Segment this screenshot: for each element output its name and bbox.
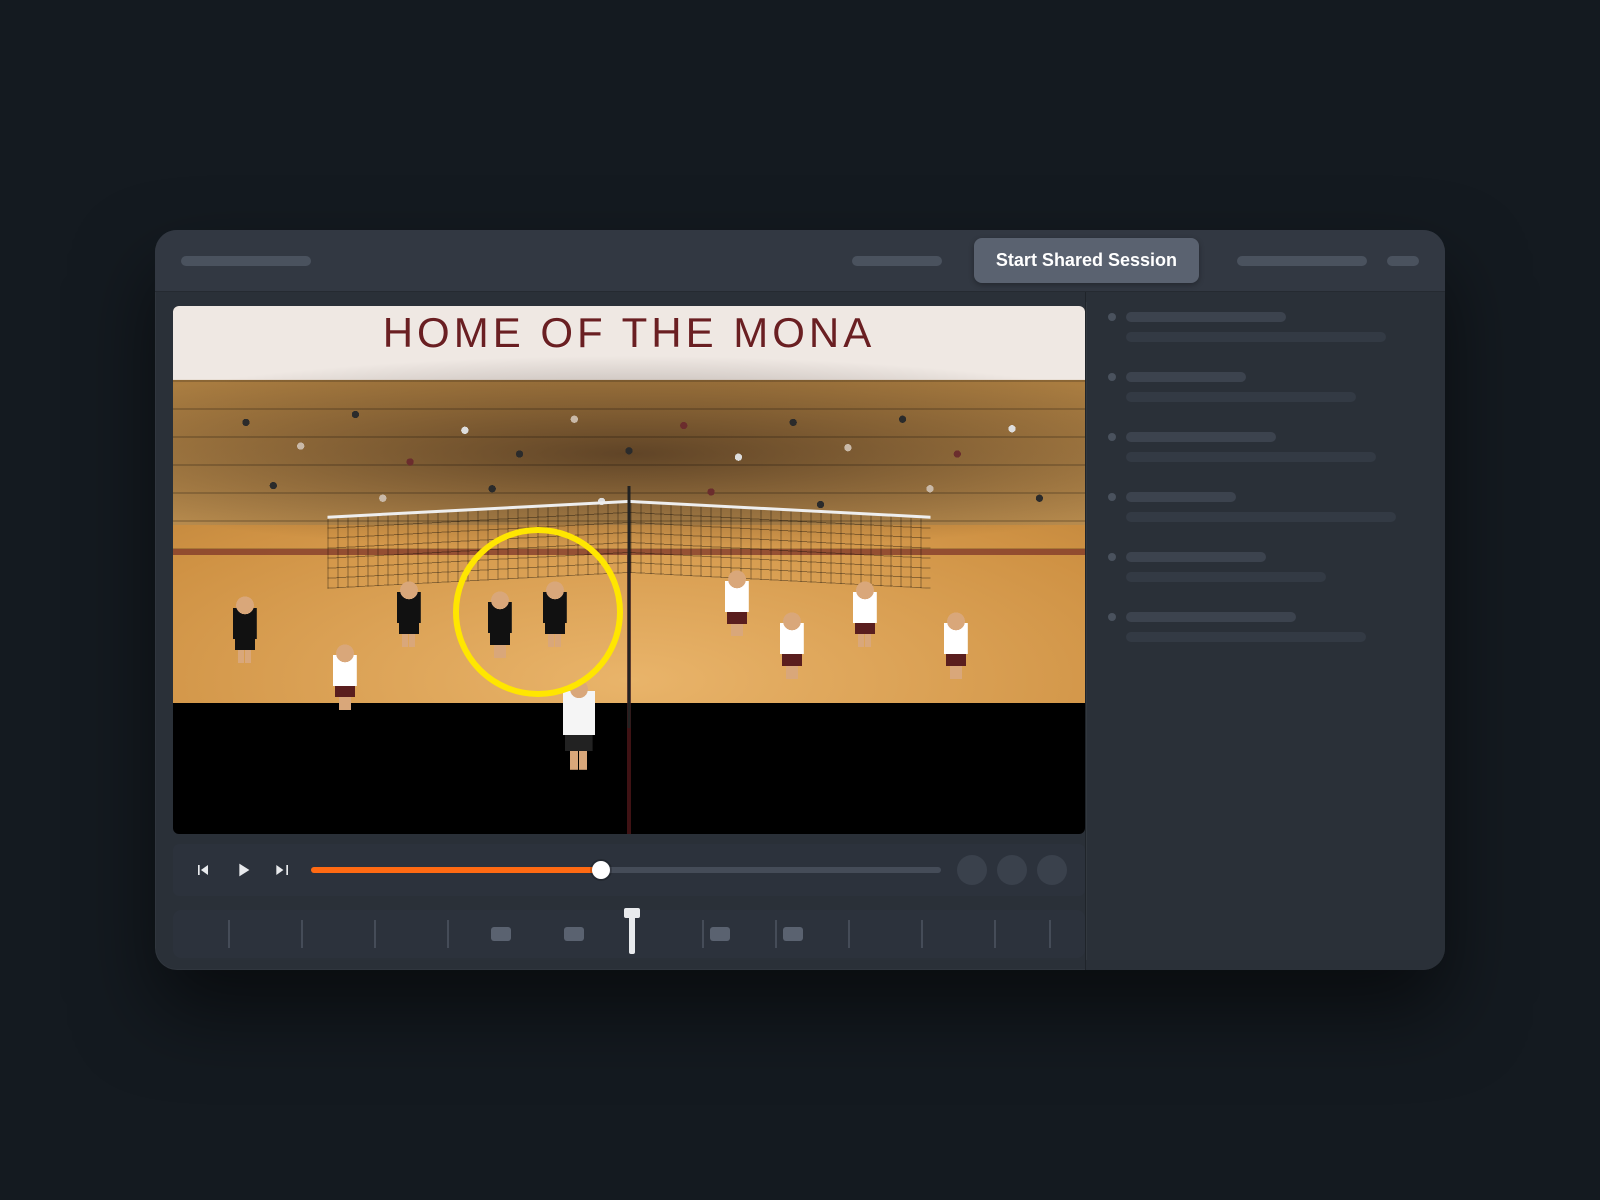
timeline-marker[interactable]	[491, 927, 511, 941]
player-silhouette	[483, 591, 517, 669]
sidebar-item-bullet	[1108, 553, 1116, 561]
timeline-tick	[702, 920, 704, 948]
timeline-tick	[447, 920, 449, 948]
sidebar-item-bullet	[1108, 613, 1116, 621]
progress-bar[interactable]	[311, 867, 941, 873]
timeline-marker[interactable]	[564, 927, 584, 941]
sidebar-item-title-placeholder	[1126, 492, 1236, 502]
playback-bar	[173, 844, 1085, 896]
timeline-marker[interactable]	[783, 927, 803, 941]
playback-action-button[interactable]	[1037, 855, 1067, 885]
referee-silhouette	[556, 676, 602, 786]
sidebar-item-title-placeholder	[1126, 372, 1246, 382]
skip-next-icon	[273, 860, 293, 880]
sidebar-item[interactable]	[1108, 492, 1423, 522]
player-silhouette	[775, 612, 809, 690]
video-column: HOME OF THE MONA	[155, 292, 1085, 970]
player-silhouette	[228, 596, 262, 674]
sidebar-item-subtitle-placeholder	[1126, 452, 1376, 462]
gym-banner-text: HOME OF THE MONA	[173, 309, 1085, 357]
playback-action-button[interactable]	[997, 855, 1027, 885]
playback-right-actions	[957, 855, 1067, 885]
timeline-tick	[228, 920, 230, 948]
skip-previous-icon	[193, 860, 213, 880]
start-shared-session-button[interactable]: Start Shared Session	[974, 238, 1199, 283]
sidebar-item-subtitle-placeholder	[1126, 572, 1326, 582]
progress-fill	[311, 867, 601, 873]
timeline-tick	[301, 920, 303, 948]
video-scene-net	[628, 486, 631, 729]
timeline-playhead[interactable]	[629, 914, 635, 954]
header-placeholder-right	[1237, 256, 1367, 266]
timeline-tick	[994, 920, 996, 948]
sidebar-item-subtitle-placeholder	[1126, 512, 1396, 522]
next-clip-button[interactable]	[271, 858, 295, 882]
sidebar-item-subtitle-placeholder	[1126, 632, 1366, 642]
sidebar-item-subtitle-placeholder	[1126, 332, 1386, 342]
app-window: Start Shared Session HOME OF THE MONA	[155, 230, 1445, 970]
player-silhouette	[538, 581, 572, 659]
sidebar-item-bullet	[1108, 433, 1116, 441]
sidebar-list	[1108, 312, 1423, 642]
sidebar-item-bullet	[1108, 493, 1116, 501]
player-silhouette	[848, 581, 882, 659]
header-placeholder-mid	[852, 256, 942, 266]
sidebar-item-title-placeholder	[1126, 552, 1266, 562]
player-silhouette	[328, 644, 362, 722]
playback-action-button[interactable]	[957, 855, 987, 885]
progress-thumb[interactable]	[592, 861, 610, 879]
play-icon	[232, 859, 254, 881]
header-placeholder-end	[1387, 256, 1419, 266]
timeline-tick	[921, 920, 923, 948]
sidebar-item[interactable]	[1108, 552, 1423, 582]
sidebar-item[interactable]	[1108, 432, 1423, 462]
sidebar-item[interactable]	[1108, 312, 1423, 342]
sidebar-item[interactable]	[1108, 612, 1423, 642]
timeline-tick	[374, 920, 376, 948]
timeline-tick	[1049, 920, 1051, 948]
video-player[interactable]: HOME OF THE MONA	[173, 306, 1085, 834]
play-button[interactable]	[231, 858, 255, 882]
sidebar-item-title-placeholder	[1126, 312, 1286, 322]
timeline-tick	[775, 920, 777, 948]
timeline-marker[interactable]	[710, 927, 730, 941]
sidebar-item-title-placeholder	[1126, 612, 1296, 622]
clip-timeline[interactable]	[173, 910, 1085, 958]
sidebar-item-subtitle-placeholder	[1126, 392, 1356, 402]
header-bar: Start Shared Session	[155, 230, 1445, 292]
header-placeholder-left	[181, 256, 311, 266]
main-content: HOME OF THE MONA	[155, 292, 1445, 970]
prev-clip-button[interactable]	[191, 858, 215, 882]
sidebar-item-title-placeholder	[1126, 432, 1276, 442]
sidebar-item[interactable]	[1108, 372, 1423, 402]
player-silhouette	[392, 581, 426, 659]
sidebar-panel	[1085, 292, 1445, 970]
sidebar-item-bullet	[1108, 313, 1116, 321]
player-silhouette	[720, 570, 754, 648]
timeline-tick	[848, 920, 850, 948]
player-silhouette	[939, 612, 973, 690]
sidebar-item-bullet	[1108, 373, 1116, 381]
